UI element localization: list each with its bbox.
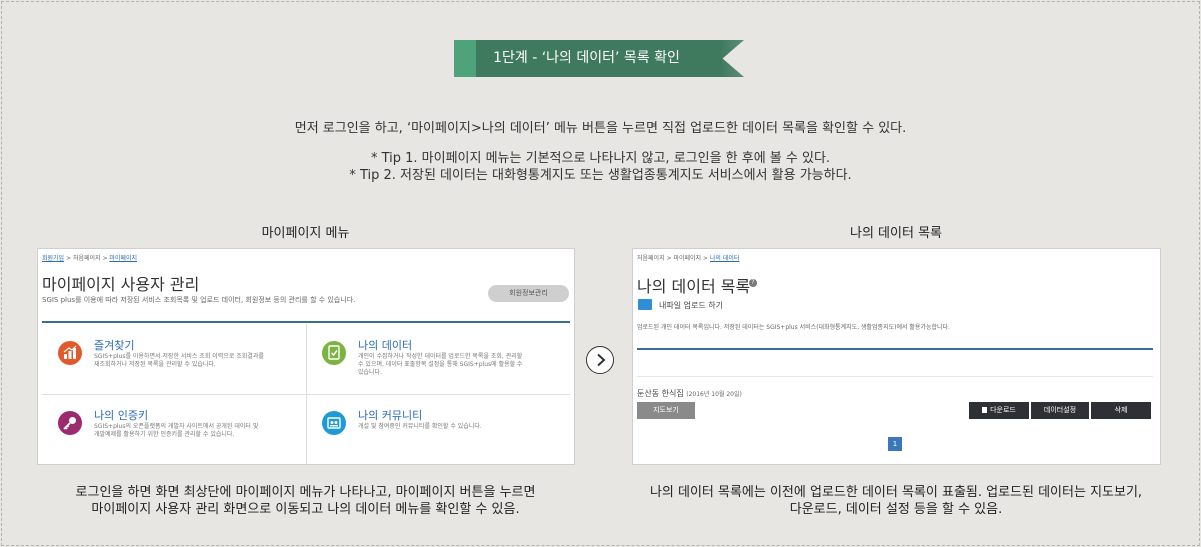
pagination-page-1[interactable]: 1 (888, 437, 902, 451)
data-settings-button[interactable]: 데이터설정 (1031, 402, 1089, 419)
title-divider (42, 321, 570, 323)
data-item: 둔산동 한식집 (2016년 10월 20일) (637, 388, 742, 399)
breadcrumb: 처음페이지 > 마이페이지 > 나의 데이터 (637, 253, 739, 262)
upload-file-link[interactable]: 내파일 업로드 하기 (659, 300, 723, 311)
card-desc: 개인이 수집하거나 작성한 데이터를 업로드한 목록을 조회, 관리할 수 있으… (358, 353, 523, 377)
left-footer-line-2: 마이페이지 사용자 관리 화면으로 이동되고 나의 데이터 메뉴를 확인할 수 … (91, 502, 520, 517)
breadcrumb-first[interactable]: 마이페이지 (673, 255, 701, 262)
breadcrumb-current[interactable]: 나의 데이터 (710, 255, 740, 262)
map-view-button[interactable]: 지도보기 (637, 402, 695, 419)
folder-icon (638, 299, 652, 310)
breadcrumb-sep: > (701, 255, 710, 262)
card-desc: SGIS+plus의 오픈플랫폼의 개발자 사이트에서 공개된 데이터 및 개발… (94, 423, 259, 439)
breadcrumb-home[interactable]: 회원가입 (42, 255, 64, 262)
right-footer: 나의 데이터 목록에는 이전에 업로드한 데이터 목록이 표출됨. 업로드된 데… (620, 484, 1172, 518)
page-title: 마이페이지 사용자 관리 (42, 275, 200, 294)
data-item-date: (2016년 10월 20일) (686, 391, 742, 398)
my-data-screenshot: 처음페이지 > 마이페이지 > 나의 데이터 나의 데이터 목록 ? 내파일 업… (632, 248, 1161, 465)
breadcrumb-home[interactable]: 처음페이지 (637, 255, 665, 262)
chart-icon (58, 341, 82, 365)
card-desc: SGIS+plus를 이용하면서 저장한 서비스 조회 이력으로 조회결과를 재… (94, 353, 264, 369)
left-footer-line-1: 로그인을 하면 화면 최상단에 마이페이지 메뉴가 나타나고, 마이페이지 버튼… (75, 485, 536, 500)
card-desc: 개설 및 참여중인 커뮤니티를 확인할 수 있습니다. (358, 423, 482, 430)
download-icon (982, 407, 988, 413)
breadcrumb-current[interactable]: 마이페이지 (109, 255, 137, 262)
data-icon (322, 341, 346, 365)
page-title: 나의 데이터 목록 (637, 277, 751, 296)
row-divider (637, 376, 1153, 377)
mypage-screenshot: 회원가입 > 처음페이지 > 마이페이지 마이페이지 사용자 관리 SGIS p… (37, 248, 575, 465)
breadcrumb: 회원가입 > 처음페이지 > 마이페이지 (42, 253, 137, 262)
right-footer-line-2: 다운로드, 데이터 설정 등을 할 수 있음. (789, 502, 1003, 517)
card-title: 나의 커뮤니티 (358, 409, 423, 422)
download-button[interactable]: 다운로드 (969, 402, 1029, 419)
left-footer: 로그인을 하면 화면 최상단에 마이페이지 메뉴가 나타나고, 마이페이지 버튼… (37, 484, 574, 518)
card-title: 나의 인증키 (94, 409, 149, 422)
profile-manage-button[interactable]: 회원정보관리 (488, 285, 569, 302)
left-caption: 마이페이지 메뉴 (261, 226, 350, 241)
community-icon (322, 411, 346, 435)
download-label: 다운로드 (990, 406, 1016, 414)
key-icon (58, 411, 82, 435)
help-icon[interactable]: ? (749, 279, 757, 287)
banner-title: 1단계 - ‘나의 데이터’ 목록 확인 (493, 50, 680, 66)
delete-button[interactable]: 삭제 (1091, 402, 1151, 419)
tip-2: * Tip 2. 저장된 데이터는 대화형통계지도 또는 생활업종통계지도 서비… (349, 168, 852, 183)
card-divider-horizontal (42, 394, 570, 395)
card-title: 나의 데이터 (358, 339, 413, 352)
title-divider (637, 348, 1153, 350)
card-title: 즐겨찾기 (94, 339, 135, 352)
step-banner: 1단계 - ‘나의 데이터’ 목록 확인 (454, 40, 744, 77)
breadcrumb-sep: > (64, 255, 73, 262)
data-item-name: 둔산동 한식집 (637, 389, 684, 398)
page-subtitle: SGIS plus를 이용에 따라 저장된 서비스 조회목록 및 업로드 데이터… (42, 296, 356, 304)
right-caption: 나의 데이터 목록 (850, 226, 942, 241)
next-arrow-icon (586, 346, 614, 374)
list-description: 업로드된 개인 데이터 목록입니다. 저장된 데이터는 SGIS+plus 서비… (637, 324, 950, 331)
right-footer-line-1: 나의 데이터 목록에는 이전에 업로드한 데이터 목록이 표출됨. 업로드된 데… (649, 485, 1143, 500)
breadcrumb-first[interactable]: 처음페이지 (73, 255, 101, 262)
intro-text: 먼저 로그인을 하고, ‘마이페이지>나의 데이터’ 메뉴 버튼을 누르면 직접… (294, 121, 907, 136)
